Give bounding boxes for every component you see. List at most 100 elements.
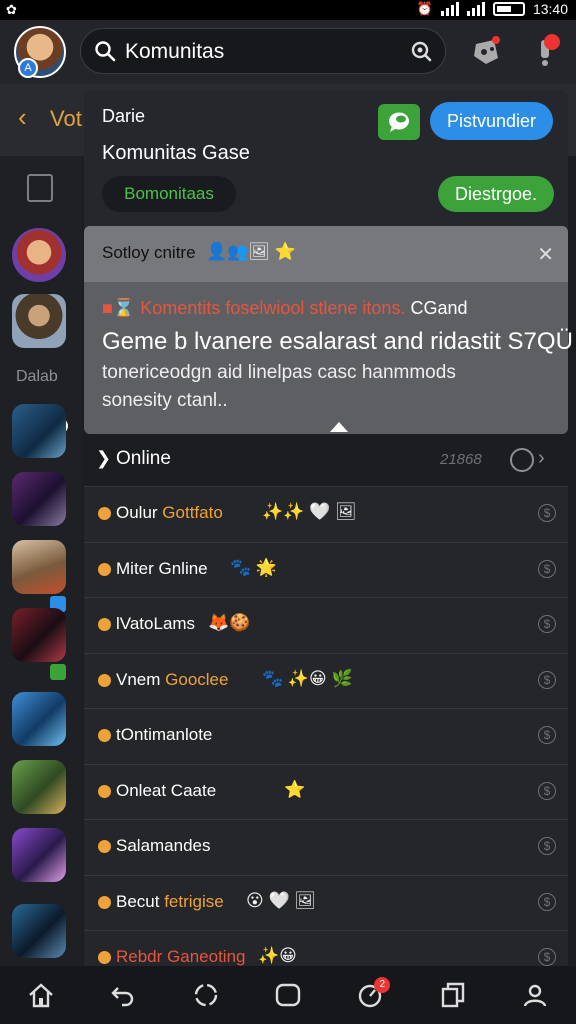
tooltip-header-text: Sotloy cnitre [102,243,196,262]
community-panel: Darie Komunitas Gase Pistvundier Bomonit… [84,90,568,234]
member-name-text: Oulur [116,503,163,522]
currency-icon[interactable]: $ [538,615,556,633]
bottom-nav: 2 [0,966,576,1024]
verified-badge-icon: A [18,58,38,78]
member-name-accent: Rebdr Ganeoting [116,947,246,966]
rail-game-6[interactable] [12,760,66,814]
signal-icon [440,2,459,16]
member-row[interactable]: tOntimanlote $ [84,708,568,764]
online-section-header[interactable]: ❯ Online 21868 › [84,436,568,484]
close-icon[interactable]: ✕ [537,242,554,267]
alert-dot [544,34,560,50]
user-avatar[interactable]: A [14,26,66,78]
pages-icon [441,982,464,1008]
undo-icon [111,987,134,1007]
member-emoji-icons: ⭐ [284,779,306,799]
tooltip-line-2: Geme b lvanere esalarast and ridastit S7… [102,328,573,355]
member-name-accent: fetrigise [164,891,224,911]
nav-back[interactable] [103,975,143,1015]
tooltip-line-1-white: CGand [410,298,468,318]
refresh-icon[interactable] [510,448,534,472]
tooltip-line-1-red: Komentits foselwiool stlene itons. [140,298,406,318]
nav-profile[interactable] [515,975,555,1015]
nav-activity[interactable] [186,975,226,1015]
member-name: Salamandes [116,836,211,856]
member-name-text: Onleat Caate [116,780,217,800]
currency-icon[interactable]: $ [538,726,556,744]
member-emoji-icons: 🐾 ✨😀 🌿 [262,668,353,688]
rail-avatar-2[interactable] [12,294,66,348]
currency-icon[interactable]: $ [538,892,556,911]
notification-badge: 2 [374,977,391,993]
battery-icon [492,2,525,16]
rail-game-5[interactable] [12,692,66,746]
currency-icon[interactable]: $ [538,670,556,689]
back-label[interactable]: Vot [50,106,82,132]
member-name-text: Miter Gnline [116,558,208,578]
search-input[interactable]: Komunitas [125,40,224,64]
online-status-icon [98,840,111,853]
tooltip-line-3: tonericeodgn aid linelpas casc hanmmods [102,362,456,383]
status-bar: ✿ ⏰ 13:40 [0,0,576,20]
member-name-text: Vnem [116,669,166,689]
rail-game-7[interactable] [12,828,66,882]
rail-game-4[interactable] [12,608,66,662]
online-status-icon [98,618,111,631]
panel-title: Darie [102,106,146,126]
chevron-right-icon[interactable]: › [538,447,545,470]
rail-game-3[interactable] [12,540,66,594]
member-name: Becut fetrigise [116,892,224,912]
tooltip-line-1: ■⌛ Komentits foselwiool stlene itons. CG… [102,298,468,318]
currency-icon[interactable]: $ [538,948,556,966]
member-row[interactable]: Miter Gnline 🐾 🌟 $ [84,541,568,597]
currency-icon[interactable]: $ [538,781,556,800]
member-row[interactable]: Oulur Gottfato ✨✨ 🤍 🖼 $ [84,486,568,542]
currency-icon[interactable]: $ [538,837,556,855]
online-status-icon [98,951,111,964]
member-row[interactable]: lVatoLams 🦊🍪 $ [84,597,568,653]
calendar-icon[interactable] [27,174,53,202]
member-row[interactable]: Becut fetrigise 😮 🤍 🖼 $ [84,874,568,930]
currency-icon[interactable]: $ [538,559,556,578]
online-status-icon [98,673,111,687]
info-tooltip: Sotloy cnitre 👤👥🖼 ⭐ ✕ ■⌛ Komentits fosel… [84,226,573,434]
search-icon [95,41,116,62]
rail-game-2[interactable] [12,472,66,526]
member-name: Vnem Gooclee [116,670,228,690]
join-button[interactable]: Diestrgoe. [438,176,554,212]
member-row[interactable]: Vnem Gooclee 🐾 ✨😀 🌿 $ [84,652,568,708]
tooltip-header: Sotloy cnitre 👤👥🖼 ⭐ ✕ [84,226,568,282]
tooltip-line-4: sonesity ctanl.. [102,390,228,411]
activity-icon [194,983,217,1007]
app-header: A Komunitas [0,20,576,84]
community-chip[interactable]: Bomonitaas [102,176,236,212]
online-status-icon [98,562,111,576]
member-row[interactable]: Salamandes $ [84,819,568,875]
nav-chat[interactable] [268,975,308,1015]
rail-game-8[interactable] [12,904,66,958]
controller-dot [492,36,500,44]
primary-action-button[interactable]: Pistvundier [430,102,553,140]
search-filter-icon[interactable] [409,39,433,63]
member-emoji-icons: ✨✨ 🤍 🖼 [262,502,357,521]
online-count: 21868 [440,451,482,468]
nav-home[interactable] [21,975,61,1015]
rail-game-1[interactable] [12,404,66,458]
member-emoji-icons: 🦊🍪 [208,613,251,632]
rail-avatar-1[interactable] [12,228,66,282]
currency-icon[interactable]: $ [538,504,556,522]
member-name-text: Becut [116,891,165,911]
search-bar[interactable]: Komunitas [80,28,446,74]
online-status-icon [98,895,111,909]
member-name: Oulur Gottfato [116,503,223,523]
home-icon [29,983,53,1008]
member-name: Onleat Caate [116,781,216,801]
back-chevron-icon[interactable]: ‹ [18,102,27,133]
online-status-icon [98,784,111,798]
expand-chevron-icon[interactable]: ❯ [96,448,111,469]
nav-pages[interactable] [433,975,473,1015]
community-rail: Dalab [0,156,82,966]
nav-notifications[interactable]: 2 [350,975,391,1015]
chat-bubble-button[interactable] [378,104,420,140]
member-row[interactable]: Onleat Caate ⭐ $ [84,763,568,819]
